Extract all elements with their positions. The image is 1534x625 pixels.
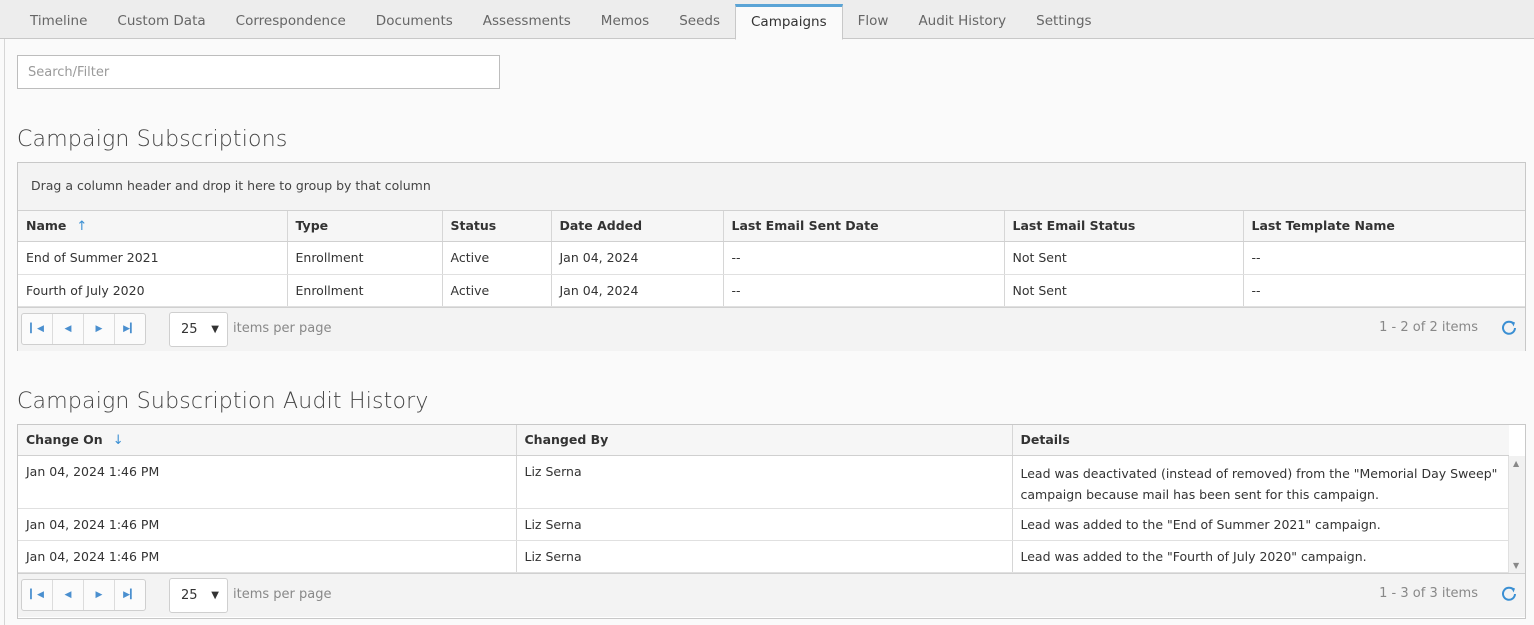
table-header-row: Name ↑ Type Status Date Added Last Email … xyxy=(18,211,1525,242)
column-header-label: Name xyxy=(26,217,67,233)
next-page-icon[interactable]: ▶ xyxy=(84,313,115,344)
first-page-icon[interactable]: ▎◀ xyxy=(22,579,53,610)
column-header-last-email-status[interactable]: Last Email Status xyxy=(1004,211,1244,242)
tab-timeline[interactable]: Timeline xyxy=(15,4,102,39)
table-cell: Active xyxy=(442,241,552,275)
next-page-icon[interactable]: ▶ xyxy=(84,579,115,610)
tab-correspondence[interactable]: Correspondence xyxy=(221,4,361,39)
table-row[interactable]: Jan 04, 2024 1:46 PM Liz Serna Lead was … xyxy=(18,540,1509,573)
tab-assessments[interactable]: Assessments xyxy=(468,4,586,39)
column-header-changed-by[interactable]: Changed By xyxy=(516,425,1013,456)
pager-info: 1 - 2 of 2 items xyxy=(1379,319,1478,335)
table-cell: Fourth of July 2020 xyxy=(18,274,288,307)
page-size-select[interactable]: 25 ▼ xyxy=(169,311,228,347)
tab-audit-history[interactable]: Audit History xyxy=(903,4,1021,39)
table-cell: -- xyxy=(1243,274,1525,307)
arrow-up-icon: ↑ xyxy=(76,218,88,234)
table-cell: Enrollment xyxy=(287,241,443,275)
tab-flow[interactable]: Flow xyxy=(843,4,904,39)
column-header-details[interactable]: Details xyxy=(1012,425,1509,456)
vertical-scrollbar[interactable]: ▲ ▼ xyxy=(1508,456,1525,573)
content-border xyxy=(4,39,5,625)
page-size-value: 25 xyxy=(181,587,198,603)
tab-bar: Timeline Custom Data Correspondence Docu… xyxy=(0,0,1534,40)
audit-title: Campaign Subscription Audit History xyxy=(17,389,429,414)
tab-settings[interactable]: Settings xyxy=(1021,4,1106,39)
table-cell: Jan 04, 2024 1:46 PM xyxy=(18,455,517,509)
tab-list: Timeline Custom Data Correspondence Docu… xyxy=(15,4,1107,40)
prev-page-icon[interactable]: ◀ xyxy=(53,313,84,344)
page-size-select[interactable]: 25 ▼ xyxy=(169,577,228,613)
table-cell: Jan 04, 2024 1:46 PM xyxy=(18,508,517,541)
search-input[interactable] xyxy=(17,55,500,89)
subscriptions-title: Campaign Subscriptions xyxy=(17,127,288,152)
audit-pager: ▎◀ ◀ ▶ ▶▎ 25 ▼ items per page 1 - 3 of 3… xyxy=(18,572,1525,617)
table-cell: -- xyxy=(723,241,1005,275)
column-header-label: Change On xyxy=(26,431,103,447)
table-cell: Not Sent xyxy=(1004,241,1244,275)
table-header-row: Change On ↓ Changed By Details xyxy=(18,425,1509,456)
group-drop-panel[interactable]: Drag a column header and drop it here to… xyxy=(18,163,1525,211)
audit-grid: Change On ↓ Changed By Details Jan 04, 20… xyxy=(17,424,1526,619)
scroll-down-icon[interactable]: ▼ xyxy=(1513,561,1519,570)
column-header-change-on[interactable]: Change On ↓ xyxy=(18,425,517,456)
scroll-up-icon[interactable]: ▲ xyxy=(1513,459,1519,468)
subscriptions-pager: ▎◀ ◀ ▶ ▶▎ 25 ▼ items per page 1 - 2 of 2… xyxy=(18,306,1525,351)
tab-custom-data[interactable]: Custom Data xyxy=(102,4,220,39)
table-row[interactable]: Fourth of July 2020 Enrollment Active Ja… xyxy=(18,274,1525,307)
table-cell: -- xyxy=(1243,241,1525,275)
tab-documents[interactable]: Documents xyxy=(361,4,468,39)
first-page-icon[interactable]: ▎◀ xyxy=(22,313,53,344)
table-cell: Liz Serna xyxy=(516,455,1013,509)
table-cell: Lead was deactivated (instead of removed… xyxy=(1012,455,1509,509)
table-row[interactable]: End of Summer 2021 Enrollment Active Jan… xyxy=(18,241,1525,275)
table-cell: Not Sent xyxy=(1004,274,1244,307)
column-header-name[interactable]: Name ↑ xyxy=(18,211,288,242)
table-cell: End of Summer 2021 xyxy=(18,241,288,275)
table-cell: Liz Serna xyxy=(516,508,1013,541)
tab-campaigns[interactable]: Campaigns xyxy=(735,4,843,40)
table-cell: Lead was added to the "Fourth of July 20… xyxy=(1012,540,1509,573)
refresh-icon[interactable] xyxy=(1499,584,1519,604)
table-cell: Liz Serna xyxy=(516,540,1013,573)
table-cell: Jan 04, 2024 1:46 PM xyxy=(18,540,517,573)
table-row[interactable]: Jan 04, 2024 1:46 PM Liz Serna Lead was … xyxy=(18,455,1509,509)
pager-buttons: ▎◀ ◀ ▶ ▶▎ xyxy=(21,578,146,611)
table-cell: Lead was added to the "End of Summer 202… xyxy=(1012,508,1509,541)
audit-table: Change On ↓ Changed By Details Jan 04, 20… xyxy=(18,425,1509,573)
caret-down-icon: ▼ xyxy=(211,323,219,335)
page-size-value: 25 xyxy=(181,321,198,337)
arrow-down-icon: ↓ xyxy=(112,432,124,448)
caret-down-icon: ▼ xyxy=(211,589,219,601)
pager-info: 1 - 3 of 3 items xyxy=(1379,585,1478,601)
refresh-icon[interactable] xyxy=(1499,318,1519,338)
column-header-last-email-sent-date[interactable]: Last Email Sent Date xyxy=(723,211,1005,242)
prev-page-icon[interactable]: ◀ xyxy=(53,579,84,610)
column-header-last-template-name[interactable]: Last Template Name xyxy=(1243,211,1525,242)
subscriptions-grid: Drag a column header and drop it here to… xyxy=(17,162,1526,351)
details-line: Lead was deactivated (instead of removed… xyxy=(1020,465,1498,481)
column-header-status[interactable]: Status xyxy=(442,211,552,242)
last-page-icon[interactable]: ▶▎ xyxy=(115,580,145,610)
details-line: campaign because mail has been sent for … xyxy=(1020,486,1379,502)
table-cell: Jan 04, 2024 xyxy=(551,274,724,307)
last-page-icon[interactable]: ▶▎ xyxy=(115,314,145,344)
table-cell: Jan 04, 2024 xyxy=(551,241,724,275)
table-row[interactable]: Jan 04, 2024 1:46 PM Liz Serna Lead was … xyxy=(18,508,1509,541)
table-cell: -- xyxy=(723,274,1005,307)
items-per-page-label: items per page xyxy=(233,320,332,336)
column-header-date-added[interactable]: Date Added xyxy=(551,211,724,242)
table-cell: Active xyxy=(442,274,552,307)
table-cell: Enrollment xyxy=(287,274,443,307)
subscriptions-table: Name ↑ Type Status Date Added Last Email … xyxy=(18,211,1525,307)
column-header-type[interactable]: Type xyxy=(287,211,443,242)
items-per-page-label: items per page xyxy=(233,586,332,602)
tab-seeds[interactable]: Seeds xyxy=(664,4,735,39)
tab-memos[interactable]: Memos xyxy=(586,4,664,39)
pager-buttons: ▎◀ ◀ ▶ ▶▎ xyxy=(21,312,146,345)
